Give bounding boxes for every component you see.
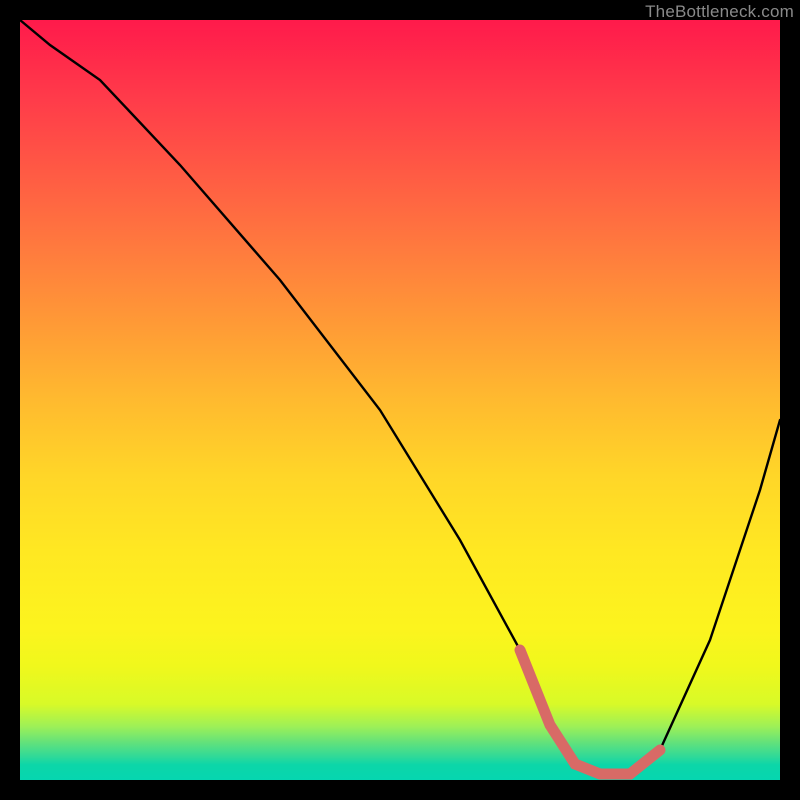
curve-svg bbox=[20, 20, 780, 780]
bottleneck-curve-path bbox=[20, 20, 780, 774]
watermark-text: TheBottleneck.com bbox=[645, 2, 794, 22]
optimal-range-path bbox=[520, 650, 660, 774]
chart-container: TheBottleneck.com bbox=[0, 0, 800, 800]
